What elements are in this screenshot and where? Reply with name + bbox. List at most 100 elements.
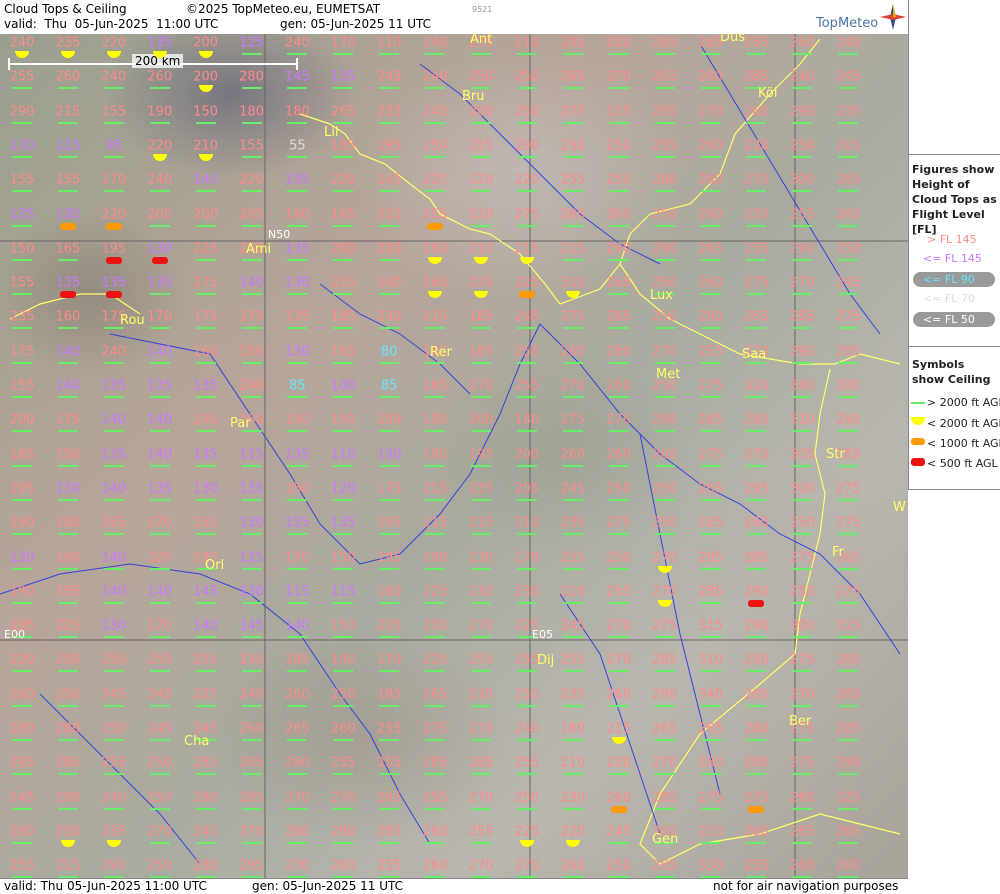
ceiling-high-mark: [195, 636, 216, 639]
cloud-top-value: 250: [330, 687, 356, 703]
valid-label: valid:: [4, 17, 37, 31]
cloud-top-value: 135: [9, 207, 35, 222]
ceiling-high-mark: [287, 601, 308, 604]
ceiling-high-mark: [57, 601, 78, 604]
cloud-top-value: 260: [789, 35, 815, 51]
ceiling-high-mark: [700, 670, 721, 673]
ceiling-high-mark: [195, 293, 216, 296]
cloud-top-value: 255: [376, 721, 402, 737]
cloud-top-value: 130: [55, 481, 81, 497]
ceiling-high-mark: [792, 670, 813, 673]
cloud-top-value: 220: [147, 138, 173, 154]
cloud-top-value: 235: [743, 207, 769, 222]
cloud-top-value: 210: [560, 584, 586, 600]
cloud-top-value: 160: [55, 309, 81, 325]
cloud-top-value: 270: [652, 344, 678, 360]
cloud-top-value: 245: [560, 481, 586, 497]
ceiling-high-mark: [287, 293, 308, 296]
ceiling-high-mark: [149, 670, 170, 673]
ceiling-high-mark: [608, 704, 629, 707]
cloud-top-value: 255: [101, 755, 127, 771]
ceiling-high-mark: [149, 396, 170, 398]
cloud-top-value: 280: [9, 721, 35, 737]
cloud-top-value: 145: [193, 584, 219, 600]
ceiling-high-mark: [700, 121, 721, 124]
ceiling-high-mark: [103, 533, 124, 536]
cloud-top-value: 130: [376, 447, 402, 463]
cloud-top-value: 255: [560, 652, 586, 668]
cloud-top-value: 175: [239, 309, 264, 325]
cloud-top-value: 250: [55, 824, 81, 840]
ceiling-high-mark: [700, 636, 721, 639]
ceiling-high-mark: [654, 670, 675, 673]
ceiling-high-mark: [746, 841, 767, 844]
ceiling-high-mark: [379, 670, 400, 673]
cloud-top-value: 310: [560, 275, 586, 291]
cloud-top-value: 180: [514, 412, 540, 428]
city-str: Str: [826, 447, 845, 462]
cloud-top-value: 255: [743, 858, 769, 874]
ceiling-high-mark: [425, 155, 446, 158]
cloud-top-value: 140: [147, 344, 173, 360]
cloud-top-value: 280: [652, 412, 678, 428]
ceiling-high-mark: [287, 190, 308, 193]
cloud-top-value: 260: [835, 207, 861, 222]
ceiling-high-mark: [700, 533, 721, 536]
ceiling-high-mark: [103, 773, 124, 776]
ceiling-high-mark: [516, 327, 537, 330]
cloud-top-value: 190: [147, 104, 173, 120]
cloud-top-value: 280: [743, 755, 769, 771]
ceiling-high-mark: [333, 533, 354, 536]
cloud-top-value: 290: [101, 858, 127, 874]
city-fr: Fr: [832, 545, 844, 560]
cloud-top-value: 170: [376, 652, 402, 668]
cloud-top-value: 255: [376, 858, 402, 874]
ceiling-high-mark: [746, 533, 767, 536]
cloud-top-value: 225: [422, 172, 448, 188]
city-par: Par: [230, 416, 251, 431]
cloud-top-value: 140: [101, 584, 127, 600]
satellite-map[interactable]: 200 km 240 235 220 135 200 125 240 170 210 240 235…: [0, 34, 908, 878]
cloud-top-value: 265: [422, 687, 448, 703]
ceiling-high-mark: [287, 464, 308, 467]
ceiling-high-mark: [149, 464, 170, 467]
cloud-top-value: 275: [698, 790, 723, 806]
cloud-top-value: 200: [193, 207, 219, 222]
ceiling-high-mark: [792, 293, 813, 296]
cloud-top-value: 230: [560, 790, 586, 806]
cloud-top-value: 165: [422, 378, 448, 394]
cloud-top-value: 275: [422, 721, 448, 737]
ceiling-high-mark: [838, 396, 859, 398]
cloud-top-value: 185: [376, 687, 402, 703]
cloud-top-value: 265: [652, 721, 678, 737]
cloud-top-value: 240: [376, 275, 402, 291]
city-kol: Köl: [758, 86, 778, 101]
ceiling-high-mark: [379, 361, 400, 364]
ceiling-high-mark: [746, 636, 767, 639]
ceiling-high-mark: [471, 53, 491, 55]
cloud-top-value: 130: [9, 550, 35, 565]
cloud-top-value: 250: [606, 172, 632, 188]
ceiling-high-mark: [241, 396, 262, 398]
ceiling-high-mark: [12, 361, 32, 364]
ceiling-high-mark: [746, 739, 767, 741]
cloud-top-value: 260: [422, 858, 448, 874]
cloud-top-value: 290: [743, 584, 769, 600]
cloud-top-value: 260: [55, 69, 81, 85]
cloud-top-value: 315: [698, 618, 723, 634]
cloud-top-value: 130: [284, 344, 310, 360]
cloud-top-value: 265: [835, 172, 861, 188]
ceiling-high-mark: [241, 670, 262, 673]
compass-icon: [880, 4, 906, 30]
cloud-top-value: 245: [835, 69, 861, 85]
cloud-top-value: 225: [193, 241, 219, 257]
ceiling-high-mark: [103, 636, 124, 639]
ceiling-high-mark: [608, 53, 629, 55]
city-ber: Ber: [789, 714, 812, 729]
cloud-top-value: 270: [606, 652, 632, 668]
legend-level-5: <= FL 50: [923, 313, 975, 326]
cloud-top-value: 150: [239, 344, 264, 360]
ceiling-high-mark: [746, 258, 767, 261]
ceiling-high-mark: [471, 121, 491, 124]
legend-level-4: <= FL 70: [923, 292, 975, 305]
